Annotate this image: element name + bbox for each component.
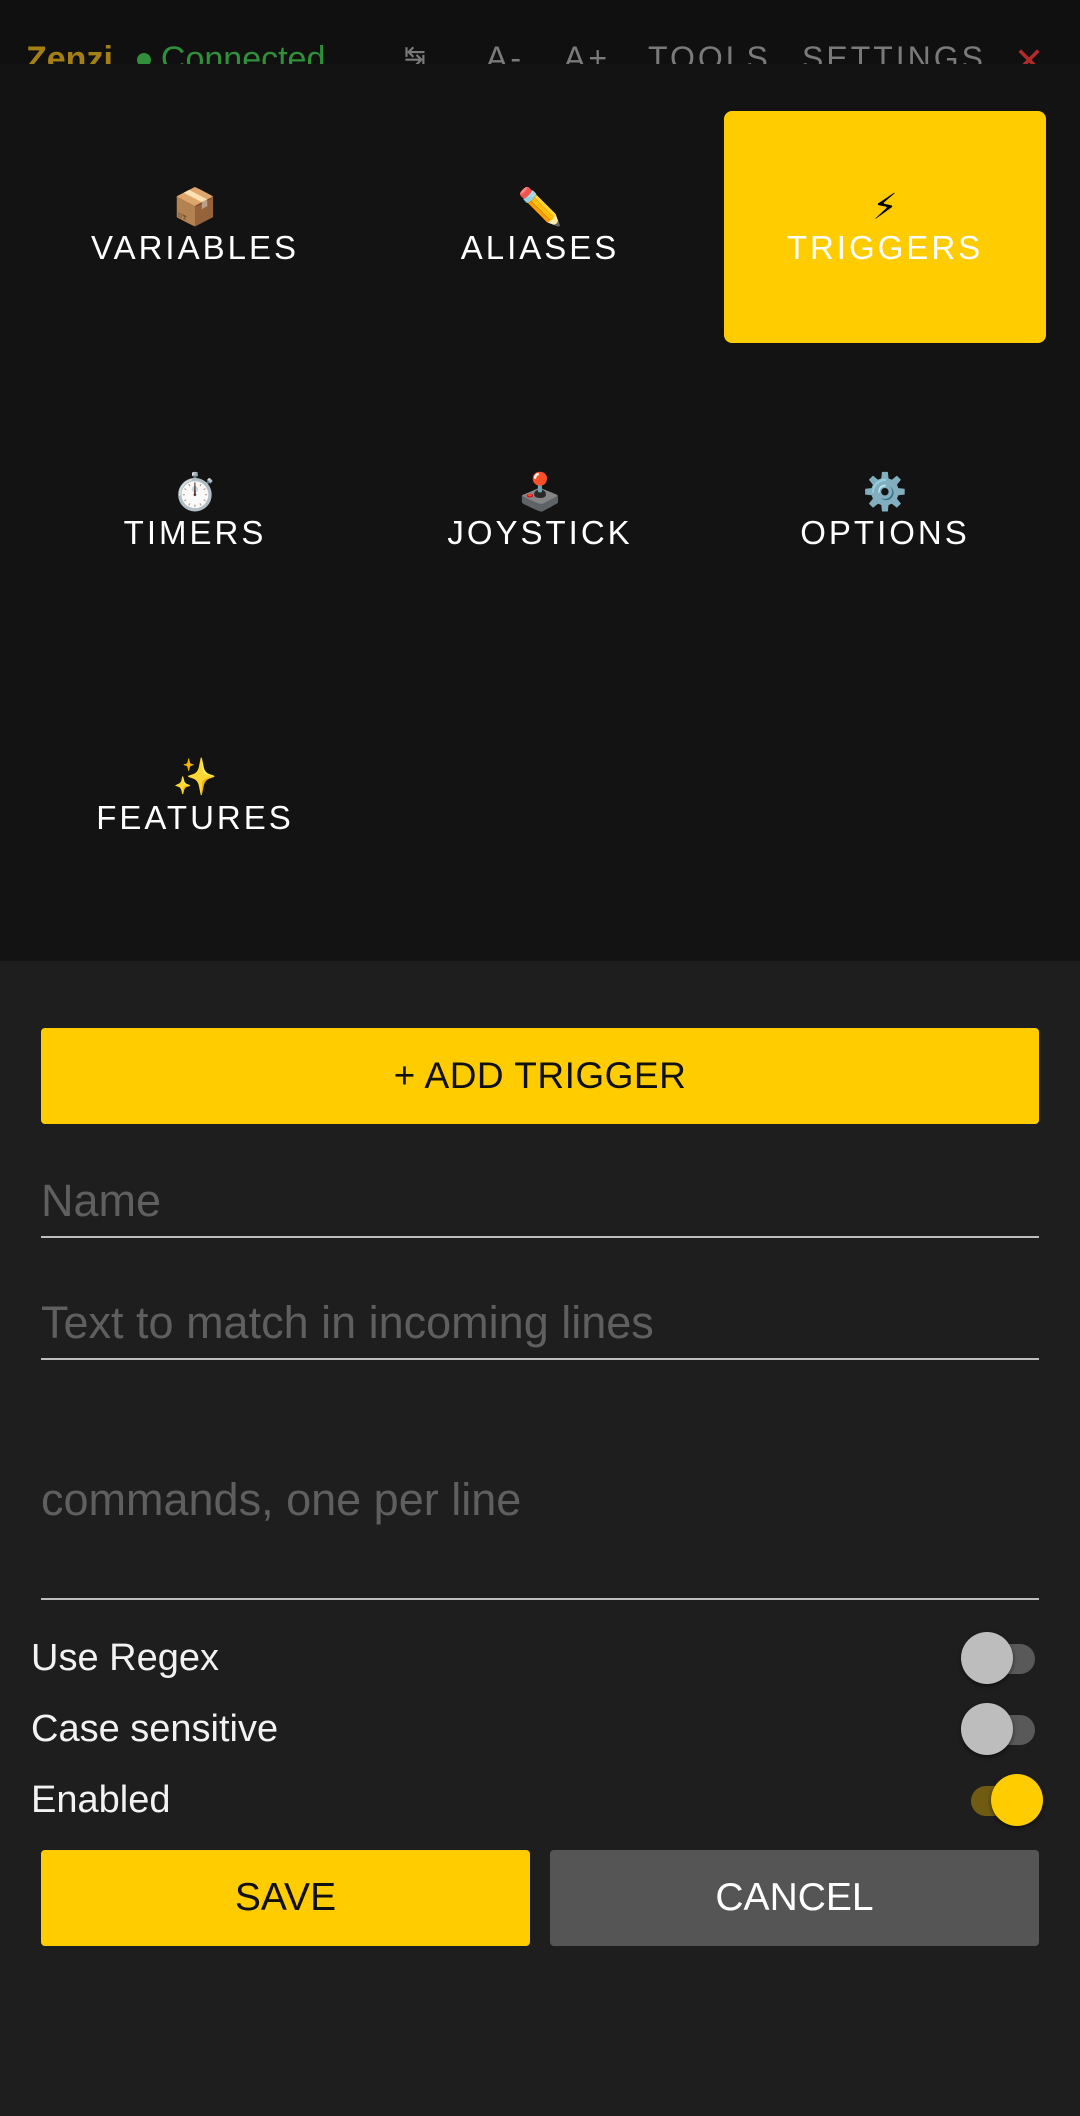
stopwatch-icon: ⏱️	[172, 471, 218, 512]
case-sensitive-toggle[interactable]	[961, 1701, 1045, 1757]
enabled-toggle[interactable]	[959, 1772, 1043, 1828]
menu-item-timers[interactable]: ⏱️ TIMERS	[34, 396, 356, 628]
gear-icon: ⚙️	[862, 471, 908, 512]
menu-item-label: JOYSTICK	[447, 514, 633, 551]
menu-item-label: FEATURES	[96, 799, 294, 836]
menu-item-label: VARIABLES	[91, 229, 299, 266]
cancel-button[interactable]: CANCEL	[550, 1850, 1039, 1946]
commands-field	[41, 1472, 1039, 1600]
menu-item-joystick[interactable]: 🕹️ JOYSTICK	[379, 396, 701, 628]
connection-dot-icon	[136, 52, 151, 64]
joystick-icon: 🕹️	[517, 471, 563, 512]
settings-button[interactable]: SETTINGS	[802, 40, 986, 64]
pencil-icon: ✏️	[517, 186, 563, 227]
enabled-row: Enabled	[31, 1770, 1043, 1830]
menu-panel: 📦 VARIABLES ✏️ ALIASES ⚡ TRIGGERS ⏱️ TIM…	[0, 64, 1080, 961]
add-trigger-button[interactable]: + ADD TRIGGER	[41, 1028, 1039, 1124]
menu-item-variables[interactable]: 📦 VARIABLES	[34, 111, 356, 343]
toggle-thumb	[961, 1632, 1013, 1684]
app-bar: Zenzi Connected ↹ A- A+ TOOLS SETTINGS ✕	[0, 0, 1080, 64]
package-icon: 📦	[172, 186, 218, 227]
commands-textarea[interactable]	[41, 1472, 1039, 1592]
enabled-label: Enabled	[31, 1778, 171, 1821]
menu-item-label: OPTIONS	[800, 514, 970, 551]
connection-status: Connected	[160, 40, 326, 64]
name-field	[41, 1170, 1039, 1238]
case-sensitive-label: Case sensitive	[31, 1707, 279, 1750]
menu-item-options[interactable]: ⚙️ OPTIONS	[724, 396, 1046, 628]
app-title: Zenzi	[26, 40, 113, 64]
menu-item-triggers[interactable]: ⚡ TRIGGERS	[724, 111, 1046, 343]
menu-item-label: TRIGGERS	[786, 229, 984, 266]
sparkles-icon: ✨	[172, 756, 218, 797]
menu-item-features[interactable]: ✨ FEATURES	[34, 681, 356, 913]
use-regex-label: Use Regex	[31, 1636, 219, 1679]
use-regex-toggle[interactable]	[961, 1630, 1045, 1686]
menu-item-label: TIMERS	[123, 514, 267, 551]
case-sensitive-row: Case sensitive	[31, 1699, 1041, 1759]
close-icon[interactable]: ✕	[1014, 40, 1047, 64]
lightning-icon: ⚡	[872, 186, 898, 227]
app-status: Zenzi Connected	[26, 40, 325, 64]
name-input[interactable]	[41, 1170, 1039, 1232]
tools-button[interactable]: TOOLS	[648, 40, 771, 64]
font-decrease-button[interactable]: A-	[486, 40, 524, 64]
menu-item-label: ALIASES	[460, 229, 620, 266]
use-regex-row: Use Regex	[31, 1628, 1041, 1688]
toggle-thumb	[991, 1774, 1043, 1826]
match-text-field	[41, 1291, 1039, 1360]
font-increase-button[interactable]: A+	[564, 40, 610, 64]
menu-item-aliases[interactable]: ✏️ ALIASES	[379, 111, 701, 343]
match-text-input[interactable]	[41, 1291, 1039, 1354]
swap-icon[interactable]: ↹	[404, 40, 429, 64]
save-button[interactable]: SAVE	[41, 1850, 530, 1946]
toggle-thumb	[961, 1703, 1013, 1755]
